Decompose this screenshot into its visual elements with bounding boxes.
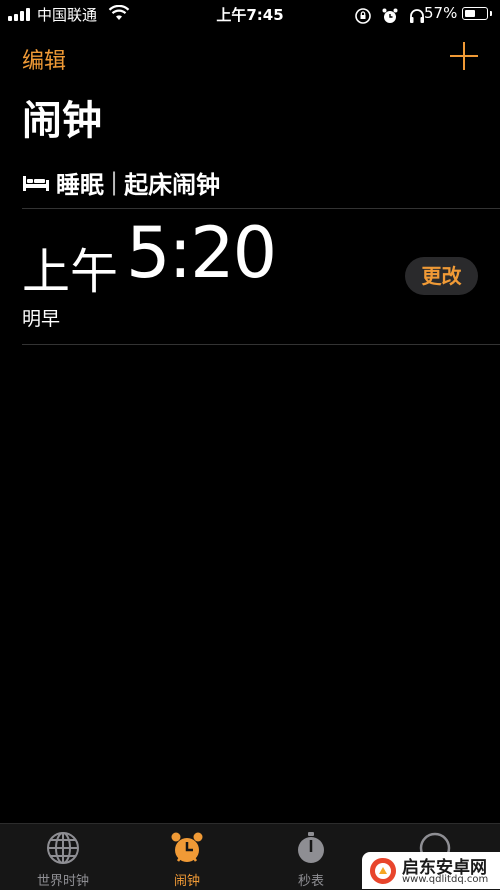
tab-world-clock[interactable]: 世界时钟 xyxy=(18,830,108,889)
status-icons xyxy=(354,5,426,25)
tab-label: 闹钟 xyxy=(173,874,200,889)
alarm-icon xyxy=(382,8,398,23)
globe-icon xyxy=(47,832,79,864)
edit-button[interactable]: 编辑 xyxy=(22,43,66,75)
orientation-lock-icon xyxy=(355,7,371,24)
battery-icon xyxy=(462,7,492,20)
alarm-period: 上午 xyxy=(22,244,119,300)
page-title: 闹钟 xyxy=(22,98,102,144)
tab-label: 世界时钟 xyxy=(36,874,89,889)
watermark-url: www.qdlitdq.com xyxy=(402,874,489,885)
sleep-subtitle: 起床闹钟 xyxy=(124,170,221,199)
alarm-time: 5:20 xyxy=(126,212,277,294)
tab-label: 秒表 xyxy=(297,874,324,889)
divider xyxy=(22,344,500,345)
watermark: 启东安卓网 www.qdlitdq.com xyxy=(362,852,500,889)
watermark-logo-icon xyxy=(370,858,396,884)
battery-percent: 57% xyxy=(424,4,458,22)
tab-stopwatch[interactable]: 秒表 xyxy=(266,830,356,889)
battery-fill xyxy=(465,10,476,17)
sleep-label: 睡眠 xyxy=(56,170,104,199)
change-button[interactable]: 更改 xyxy=(405,257,478,295)
sleep-header: 睡眠 | 起床闹钟 xyxy=(22,165,220,199)
alarm-clock-icon xyxy=(171,832,203,862)
separator: | xyxy=(110,168,119,196)
bed-icon xyxy=(23,176,49,191)
divider xyxy=(22,208,500,209)
status-bar: 中国联通 上午7:45 57% xyxy=(0,0,500,28)
tab-alarm[interactable]: 闹钟 xyxy=(142,830,232,889)
alarm-row[interactable]: 上午 5:20 明早 更改 xyxy=(0,210,500,344)
alarm-label: 明早 xyxy=(22,308,61,330)
plus-icon[interactable] xyxy=(450,42,478,70)
stopwatch-icon xyxy=(298,832,324,863)
